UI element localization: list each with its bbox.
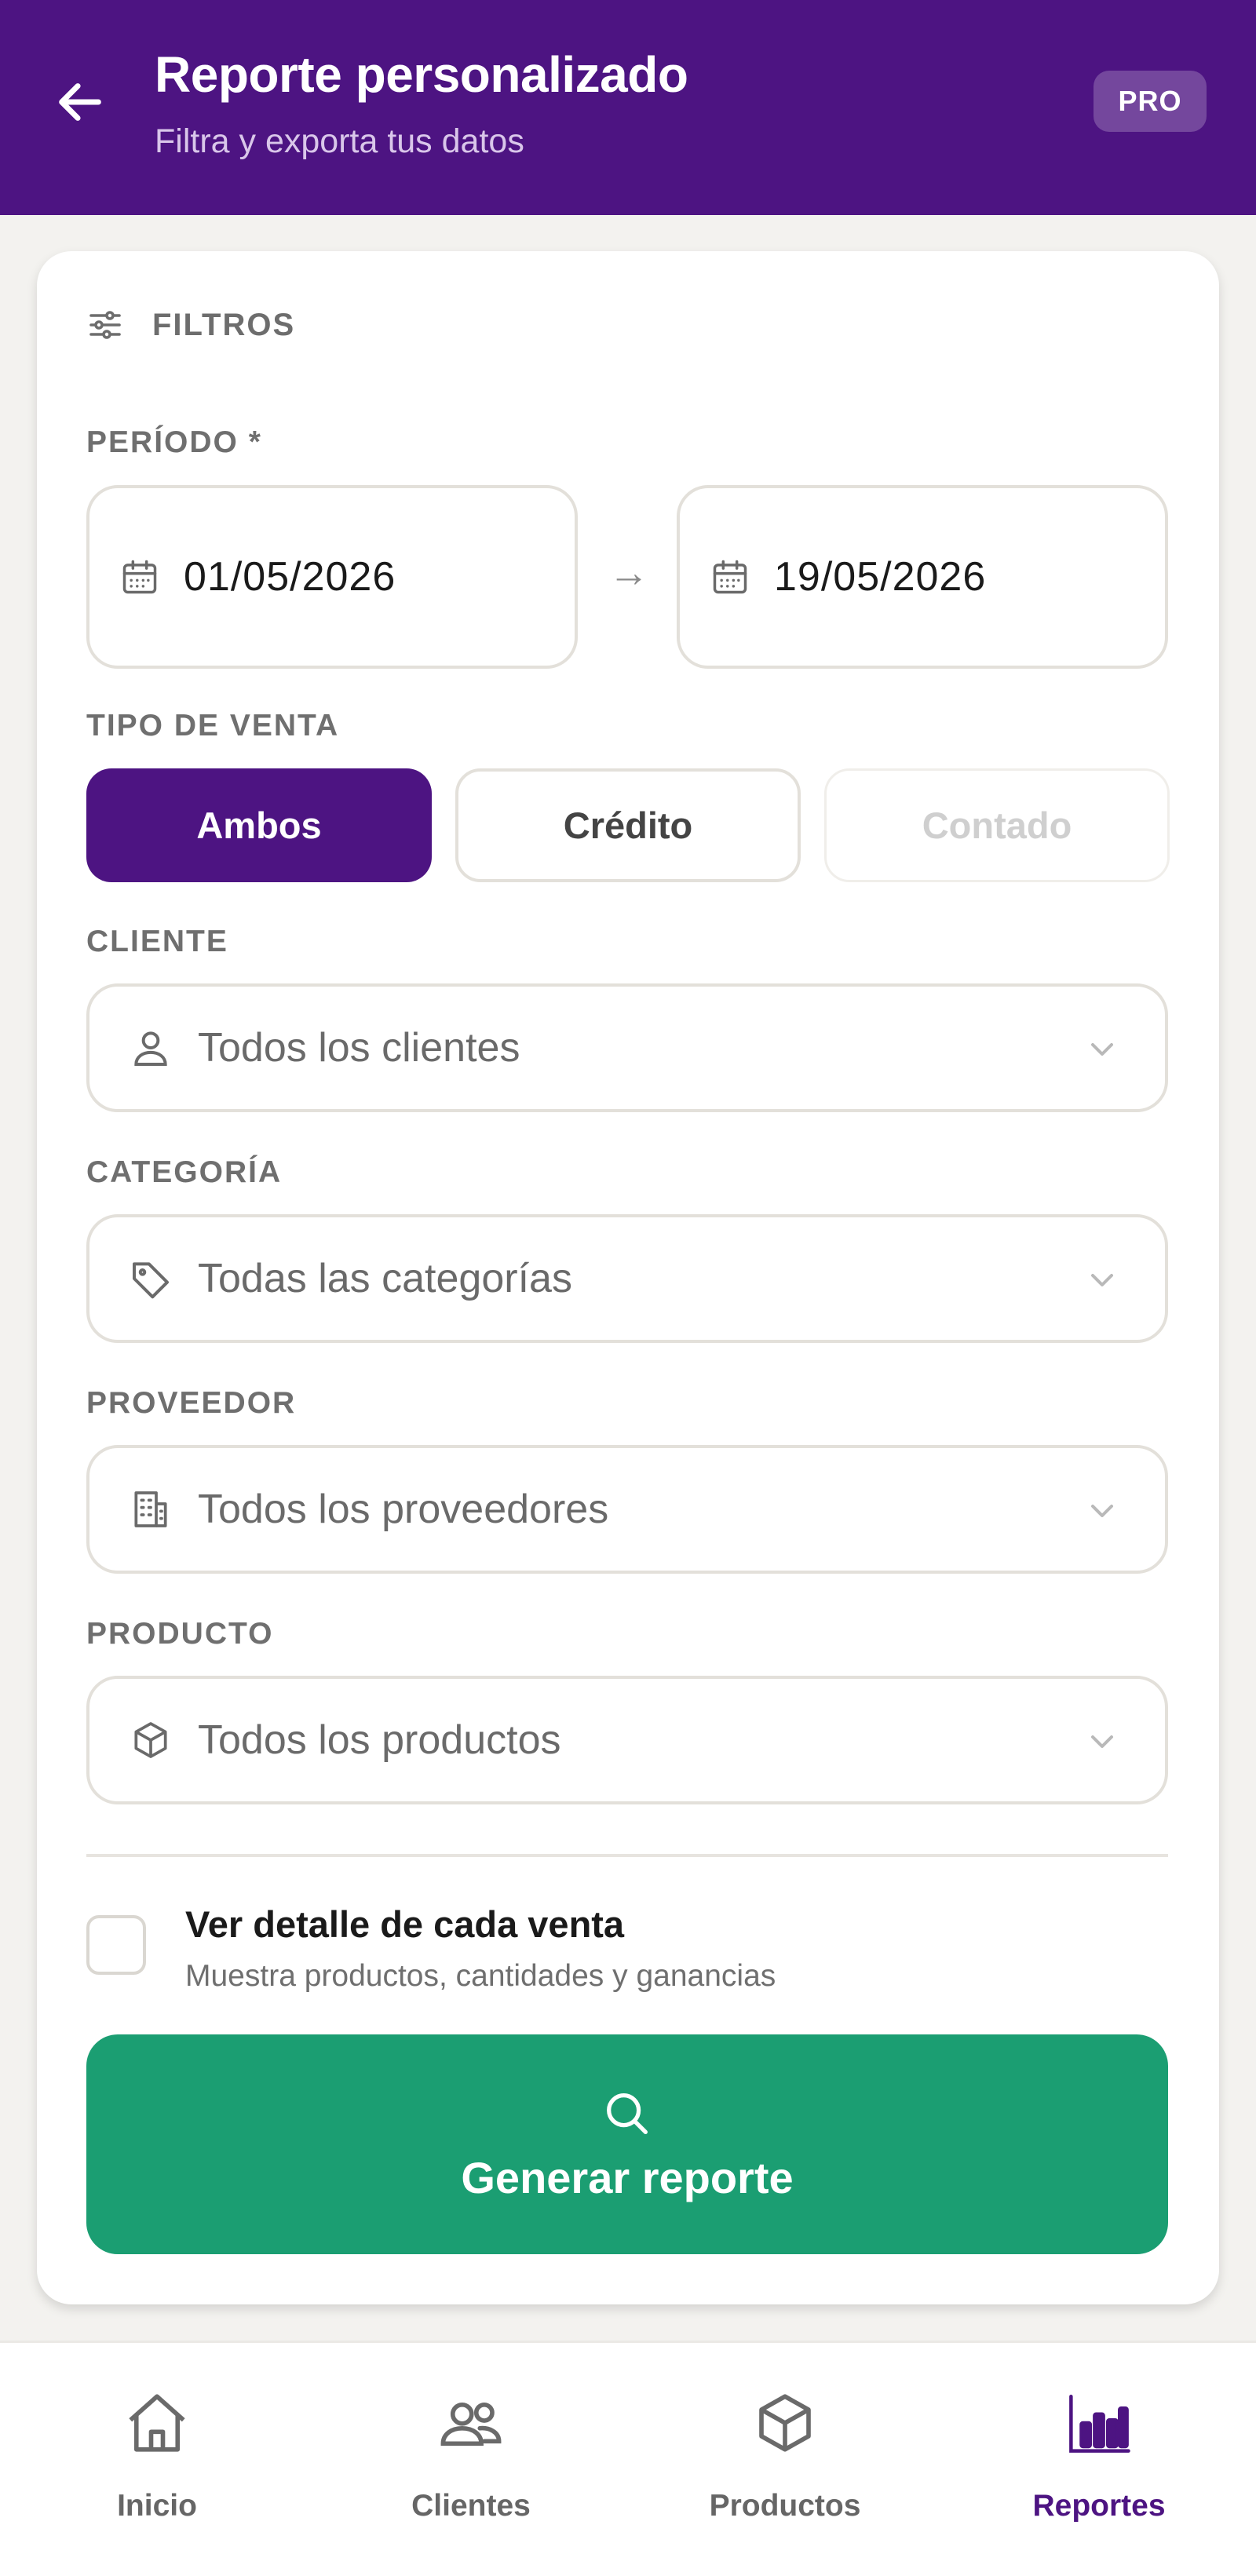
sale-type-cash-button[interactable]: Contado [824,768,1170,882]
calendar-icon [122,560,157,594]
search-icon [607,2093,648,2134]
product-value: Todos los productos [198,1717,561,1763]
box-icon [759,2394,811,2452]
sale-type-both-button[interactable]: Ambos [86,768,432,882]
date-from-field[interactable]: 01/05/2026 [86,485,578,669]
nav-label: Reportes [1032,2489,1166,2523]
period-label: PERÍODO * [86,425,262,459]
detail-subtitle: Muestra productos, cantidades y ganancia… [185,1959,776,1993]
chevron-down-icon [1091,1274,1113,1286]
nav-label: Inicio [117,2489,197,2523]
pro-badge: PRO [1094,71,1207,132]
nav-item-inicio[interactable]: Inicio [0,2343,314,2576]
date-from-value: 01/05/2026 [184,554,396,600]
page-subtitle: Filtra y exporta tus datos [155,122,524,160]
filters-label: FILTROS [152,307,296,342]
supplier-label: PROVEEDOR [86,1386,297,1420]
detail-title: Ver detalle de cada venta [185,1903,625,1945]
category-select[interactable]: Todas las categorías [86,1214,1168,1343]
nav-label: Productos [709,2489,861,2523]
client-label: CLIENTE [86,925,228,958]
arrow-left-icon [59,83,101,121]
home-icon [129,2394,185,2452]
category-value: Todas las categorías [198,1256,572,1301]
date-to-field[interactable]: 19/05/2026 [677,485,1168,669]
users-icon [440,2402,502,2446]
page-title: Reporte personalizado [155,46,688,103]
divider [86,1854,1168,1857]
sliders-icon [89,311,121,339]
chevron-down-icon [1091,1043,1113,1056]
sale-type-credit-button[interactable]: Crédito [455,768,801,882]
back-button[interactable] [47,69,113,135]
filters-heading: FILTROS [86,301,295,348]
building-icon [134,1491,167,1527]
bottom-nav: Inicio Clientes Productos Reportes [0,2341,1256,2576]
supplier-value: Todos los proveedores [198,1487,609,1532]
product-label: PRODUCTO [86,1617,274,1651]
chevron-down-icon [1091,1735,1113,1748]
product-select[interactable]: Todos los productos [86,1676,1168,1804]
nav-label: Clientes [411,2489,531,2523]
nav-item-productos[interactable]: Productos [628,2343,942,2576]
nav-item-reportes[interactable]: Reportes [942,2343,1256,2576]
client-select[interactable]: Todos los clientes [86,983,1168,1112]
client-value: Todos los clientes [198,1025,520,1071]
user-icon [134,1031,167,1066]
sale-type-label: TIPO DE VENTA [86,709,340,743]
category-label: CATEGORÍA [86,1155,283,1189]
supplier-select[interactable]: Todos los proveedores [86,1445,1168,1574]
date-range-arrow: → [608,550,649,596]
date-to-value: 19/05/2026 [774,554,987,600]
detail-checkbox[interactable] [86,1915,146,1975]
app-header: Reporte personalizado Filtra y exporta t… [0,0,1256,215]
tag-icon [133,1262,169,1299]
calendar-icon [713,560,747,594]
generate-report-button[interactable]: Generar reporte [86,2034,1168,2254]
generate-report-label: Generar reporte [461,2152,794,2202]
chevron-down-icon [1091,1505,1113,1517]
nav-item-clientes[interactable]: Clientes [314,2343,628,2576]
box-icon [134,1722,167,1758]
bar-chart-icon [1069,2395,1130,2453]
